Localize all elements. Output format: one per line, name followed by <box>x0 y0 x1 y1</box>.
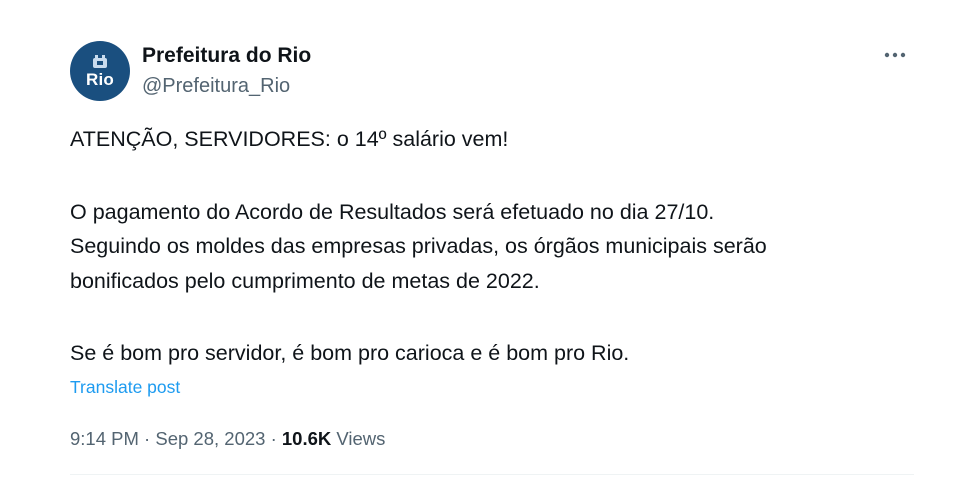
tweet: Rio Prefeitura do Rio @Prefeitura_Rio AT… <box>0 0 966 483</box>
views-count: 10.6K <box>281 428 332 449</box>
views-label: Views <box>336 428 386 449</box>
post-text-line: Se é bom pro servidor, é bom pro carioca… <box>70 341 630 365</box>
city-emblem-icon <box>93 54 107 68</box>
more-horizontal-icon <box>884 52 906 58</box>
author-display-name[interactable]: Prefeitura do Rio <box>142 43 311 69</box>
post-time[interactable]: 9:14 PM <box>70 428 139 449</box>
divider <box>70 474 914 475</box>
translate-post-link[interactable]: Translate post <box>70 375 180 399</box>
post-text-line: ATENÇÃO, SERVIDORES: o 14º salário vem! <box>70 127 509 151</box>
meta-separator: · <box>144 428 151 449</box>
meta-separator: · <box>270 428 277 449</box>
author-handle[interactable]: @Prefeitura_Rio <box>142 74 290 98</box>
post-text-line: O pagamento do Acordo de Resultados será… <box>70 200 715 224</box>
post-date[interactable]: Sep 28, 2023 <box>155 428 265 449</box>
post-text-line: bonificados pelo cumprimento de metas de… <box>70 269 540 293</box>
post-text-line: Seguindo os moldes das empresas privadas… <box>70 234 767 258</box>
avatar-label: Rio <box>86 69 114 89</box>
more-options-button[interactable] <box>878 44 912 66</box>
post-meta: 9:14 PM · Sep 28, 2023 · 10.6K Views <box>70 426 385 452</box>
avatar[interactable]: Rio <box>70 41 130 101</box>
